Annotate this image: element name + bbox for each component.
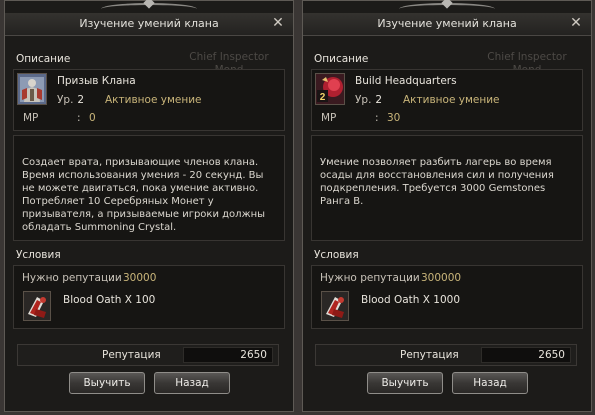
- title-bar[interactable]: Изучение умений клана ✕: [303, 13, 591, 36]
- skill-level: Ур. 2: [355, 94, 383, 106]
- window-title: Изучение умений клана: [377, 17, 517, 30]
- blood-oath-icon: [23, 291, 51, 321]
- mp-separator: :: [375, 112, 379, 124]
- back-button[interactable]: Назад: [154, 372, 230, 394]
- description-label: Описание: [16, 53, 71, 65]
- window-title: Изучение умений клана: [79, 17, 219, 30]
- required-item: Blood Oath X 1000: [361, 294, 461, 306]
- reputation-separator: :: [111, 272, 115, 284]
- mp-value: 0: [89, 112, 96, 124]
- conditions-label: Условия: [314, 249, 359, 261]
- headquarters-icon: 2: [315, 73, 345, 105]
- reputation-needed-label: Нужно репутации: [22, 272, 122, 284]
- reputation-label: Репутация: [102, 349, 161, 361]
- mp-label: MP: [23, 112, 39, 124]
- skill-description: Создает врата, призывающие членов клана.…: [22, 157, 266, 233]
- reputation-field: 2650: [183, 347, 273, 363]
- skill-level-badge: 2: [320, 92, 326, 103]
- mp-value: 30: [387, 112, 401, 124]
- skill-name: Build Headquarters: [355, 75, 457, 87]
- title-bar[interactable]: Изучение умений клана ✕: [5, 13, 293, 36]
- close-icon[interactable]: ✕: [568, 15, 584, 31]
- description-label: Описание: [314, 53, 369, 65]
- back-button[interactable]: Назад: [452, 372, 528, 394]
- skill-type: Активное умение: [403, 94, 500, 106]
- mp-separator: :: [77, 112, 81, 124]
- mp-label: MP: [321, 112, 337, 124]
- close-icon[interactable]: ✕: [270, 15, 286, 31]
- learn-button[interactable]: Выучить: [69, 372, 145, 394]
- clan-summon-icon: [17, 73, 47, 105]
- skill-description: Умение позволяет разбить лагерь во время…: [320, 157, 554, 207]
- skill-name: Призыв Клана: [57, 75, 136, 87]
- reputation-field: 2650: [481, 347, 571, 363]
- blood-oath-icon: [321, 291, 349, 321]
- skill-type: Активное умение: [105, 94, 202, 106]
- reputation-needed-value: 300000: [421, 272, 462, 284]
- conditions-label: Условия: [16, 249, 61, 261]
- reputation-needed-label: Нужно репутации: [320, 272, 420, 284]
- skill-level: Ур. 2: [57, 94, 85, 106]
- reputation-needed-value: 30000: [123, 272, 157, 284]
- reputation-separator: :: [409, 272, 413, 284]
- clan-skill-window-summon: Изучение умений клана ✕ Описание Chief I…: [4, 0, 294, 412]
- learn-button[interactable]: Выучить: [367, 372, 443, 394]
- clan-skill-window-headquarters: Изучение умений клана ✕ Описание Chief I…: [302, 0, 592, 412]
- reputation-label: Репутация: [400, 349, 459, 361]
- required-item: Blood Oath X 100: [63, 294, 156, 306]
